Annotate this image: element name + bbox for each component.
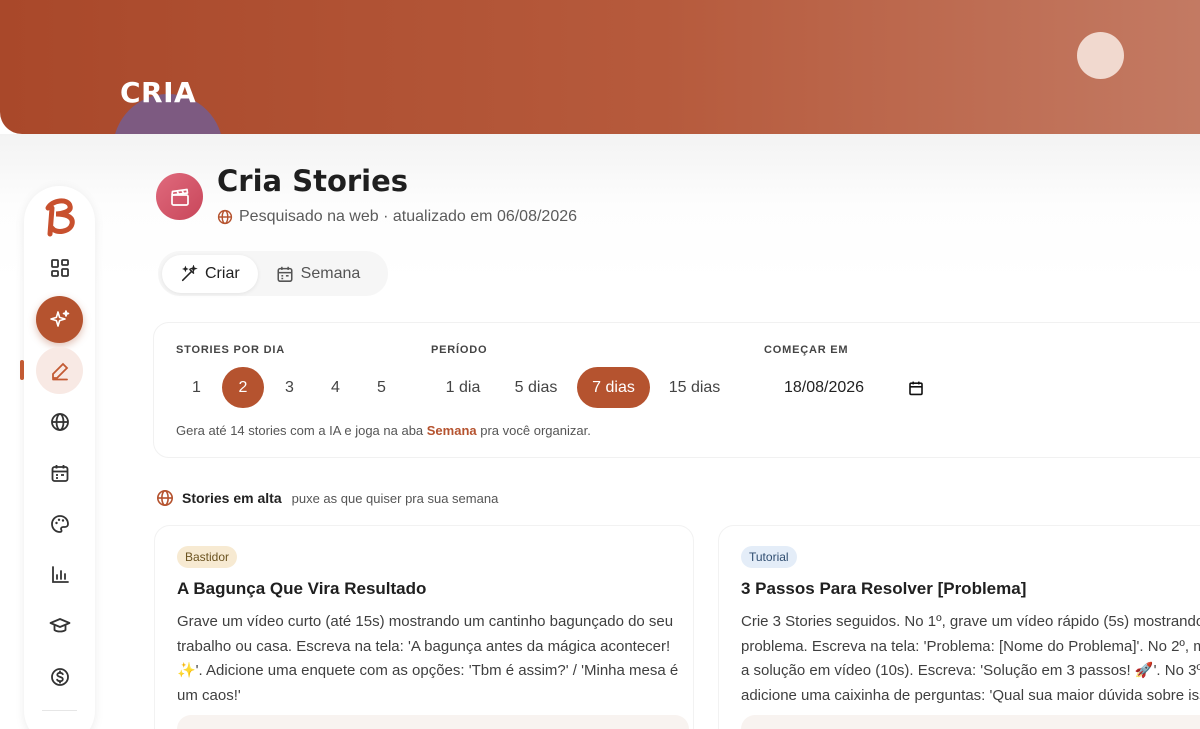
globe-icon — [156, 489, 174, 507]
hint-suffix: pra você organizar. — [476, 423, 591, 438]
story-tag: Tutorial — [741, 546, 797, 568]
story-add-button[interactable] — [177, 715, 689, 729]
hero-banner: CRIA — [0, 0, 1200, 134]
trending-header: Stories em alta puxe as que quiser pra s… — [156, 489, 498, 507]
start-date-value: 18/08/2026 — [784, 378, 865, 396]
stories-option-2[interactable]: 2 — [222, 367, 264, 408]
hint-prefix: Gera até 14 stories com a IA e joga na a… — [176, 423, 427, 438]
sidebar-item-finance[interactable] — [36, 653, 83, 700]
story-description: Crie 3 Stories seguidos. No 1º, grave um… — [741, 613, 1200, 704]
tab-bar: Criar Semana — [158, 251, 388, 296]
sidebar-item-edit[interactable] — [36, 347, 83, 394]
generator-hint: Gera até 14 stories com a IA e joga na a… — [176, 423, 591, 438]
user-avatar[interactable] — [1077, 32, 1124, 79]
calendar-icon — [51, 464, 68, 482]
globe-icon — [50, 412, 69, 431]
trending-subtitle: puxe as que quiser pra sua semana — [291, 490, 499, 506]
palette-icon — [50, 514, 69, 533]
sidebar-item-dashboard[interactable] — [36, 244, 83, 291]
stories-option-5[interactable]: 5 — [361, 367, 402, 408]
sidebar-item-calendar[interactable] — [36, 449, 83, 496]
active-indicator — [20, 360, 24, 380]
story-description: Grave um vídeo curto (até 15s) mostrando… — [177, 613, 679, 704]
start-date-input[interactable]: 18/08/2026 — [772, 367, 932, 408]
dollar-icon — [50, 667, 69, 686]
sidebar — [20, 186, 95, 729]
tab-criar[interactable]: Criar — [162, 254, 258, 293]
sidebar-item-learn[interactable] — [36, 602, 83, 649]
period-option-15-dias[interactable]: 15 dias — [657, 367, 732, 408]
sidebar-item-ai-create[interactable] — [36, 296, 83, 343]
graduation-cap-icon — [49, 617, 70, 632]
stories-option-4[interactable]: 4 — [315, 367, 356, 408]
hint-link-semana[interactable]: Semana — [427, 423, 477, 438]
story-add-button[interactable] — [741, 715, 1200, 729]
sidebar-item-palette[interactable] — [36, 500, 83, 547]
sidebar-item-web[interactable] — [36, 398, 83, 445]
calendar-picker-icon[interactable] — [908, 380, 924, 396]
story-card[interactable]: Tutorial 3 Passos Para Resolver [Problem… — [718, 525, 1200, 729]
sparkles-icon — [49, 309, 69, 327]
period-option-7-dias[interactable]: 7 dias — [577, 367, 650, 408]
dashboard-icon — [50, 258, 69, 277]
calendar-icon — [277, 266, 293, 282]
brand-logo: CRIA — [120, 76, 197, 109]
stories-per-day-label: STORIES POR DIA — [176, 344, 285, 356]
magic-wand-icon — [181, 264, 198, 281]
tab-semana[interactable]: Semana — [258, 255, 379, 293]
story-card[interactable]: Bastidor A Bagunça Que Vira Resultado Gr… — [154, 525, 694, 729]
start-date-label: COMEÇAR EM — [764, 344, 849, 356]
period-option-1-dia[interactable]: 1 dia — [431, 367, 495, 408]
story-title: A Bagunça Que Vira Resultado — [177, 579, 427, 598]
page-subtitle: Pesquisado na web · atualizado em 06/08/… — [217, 208, 577, 226]
trending-title: Stories em alta — [182, 490, 282, 506]
sidebar-item-analytics[interactable] — [36, 551, 83, 598]
page-title: Cria Stories — [217, 164, 409, 198]
subtitle-text: Pesquisado na web · atualizado em 06/08/… — [239, 208, 578, 225]
period-option-5-dias[interactable]: 5 dias — [502, 367, 570, 408]
story-title: 3 Passos Para Resolver [Problema] — [741, 579, 1027, 598]
bar-chart-icon — [51, 565, 69, 583]
period-label: PERÍODO — [431, 344, 488, 356]
tab-semana-label: Semana — [300, 264, 361, 282]
sidebar-divider — [42, 710, 77, 711]
clapperboard-icon — [156, 173, 203, 220]
stories-option-1[interactable]: 1 — [176, 367, 217, 408]
tab-criar-label: Criar — [205, 264, 240, 282]
pencil-icon — [51, 362, 68, 380]
app-logo-icon[interactable] — [38, 194, 82, 238]
stories-option-3[interactable]: 3 — [269, 367, 310, 408]
globe-icon — [217, 209, 233, 225]
story-tag: Bastidor — [177, 546, 238, 568]
